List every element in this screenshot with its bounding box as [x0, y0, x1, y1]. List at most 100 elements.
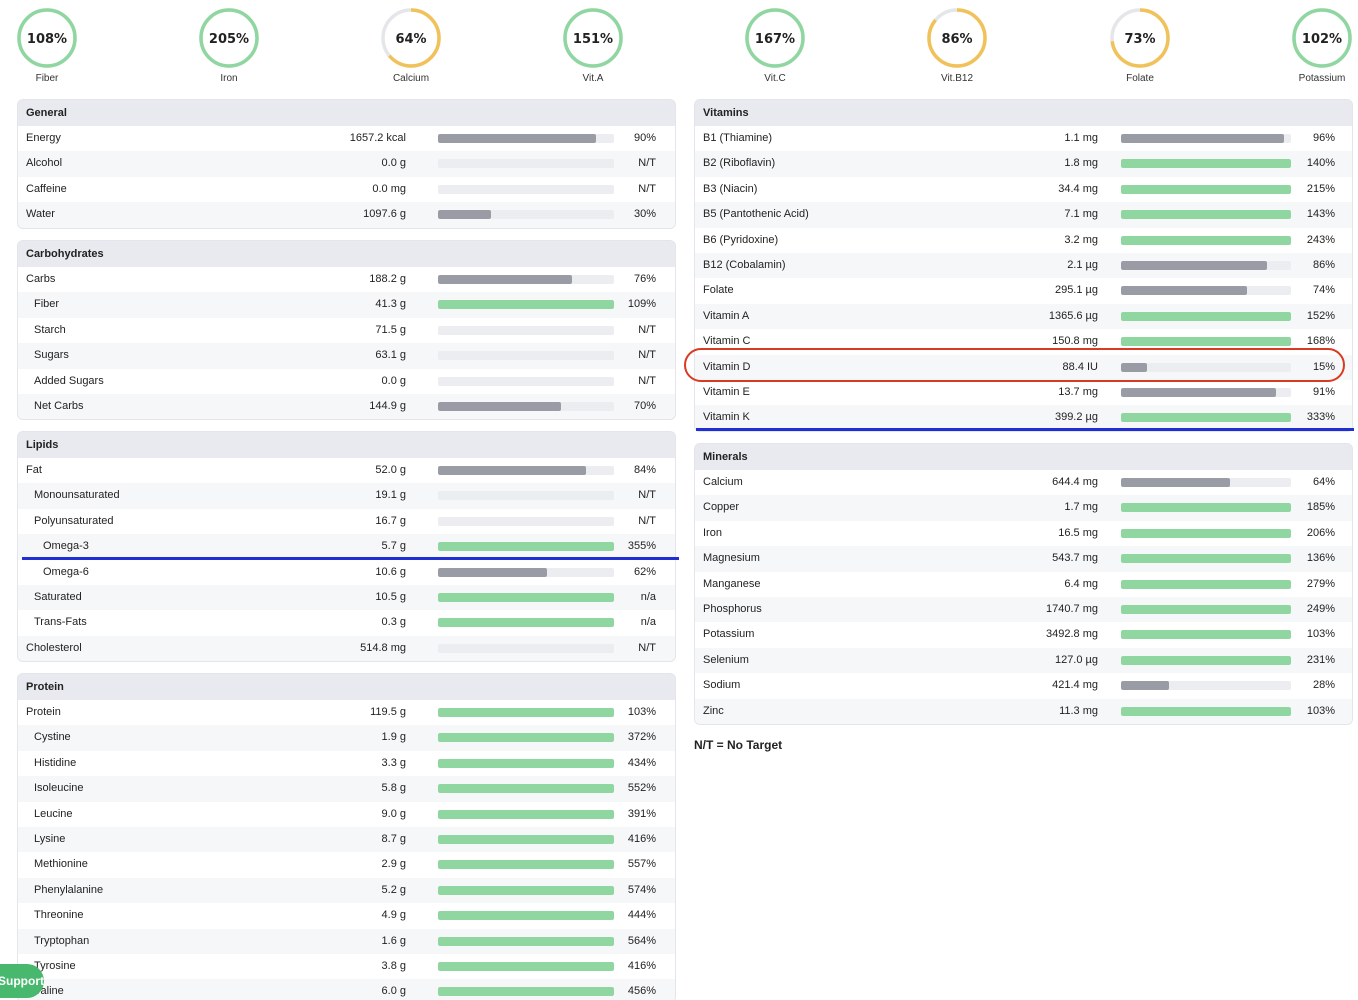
ring-percent: 108%: [27, 32, 67, 47]
progress-fill: [438, 987, 614, 997]
progress-bar: [438, 885, 614, 895]
progress-ring: 86%: [927, 8, 987, 68]
ring-label: Vit.A: [582, 73, 604, 84]
progress-bar: [1121, 311, 1291, 321]
nutrient-percent: 391%: [627, 807, 656, 820]
progress-bar: [438, 466, 614, 475]
progress-bar: [438, 834, 614, 844]
panel-title: Lipids: [18, 432, 675, 458]
progress-bar: [438, 987, 614, 997]
nutrient-percent: N/T: [638, 323, 656, 336]
summary-ring: 205% Iron: [197, 7, 261, 84]
nutrient-amount: 5.7 g: [381, 540, 406, 553]
summary-ring: 167% Vit.C: [743, 7, 807, 84]
nutrient-amount: 0.0 g: [381, 374, 406, 387]
nutrient-name: Sodium: [703, 679, 741, 692]
nutrient-percent: 140%: [1306, 157, 1335, 170]
progress-fill: [1121, 159, 1291, 169]
ring-label: Calcium: [392, 73, 430, 84]
nutrient-percent: 152%: [1306, 309, 1335, 322]
nutrient-percent: 279%: [1306, 577, 1335, 590]
progress-bar: [438, 592, 614, 602]
ring-label: Fiber: [35, 73, 59, 84]
nutrient-row: Isoleucine 5.8 g 552%: [18, 776, 675, 802]
nutrient-name: Cystine: [34, 731, 71, 744]
panel-title: Carbohydrates: [18, 241, 675, 267]
panel-title: Protein: [18, 674, 675, 700]
panel-minerals: Minerals Calcium 644.4 mg 64% Copper 1.7 mg 1…: [694, 443, 1353, 725]
summary-ring: 108% Fiber: [15, 7, 79, 84]
progress-fill: [1121, 134, 1285, 143]
progress-fill: [438, 134, 597, 143]
nutrient-amount: 52.0 g: [375, 464, 406, 476]
nutrient-name: Fiber: [34, 298, 60, 311]
nutrient-name: B12 (Cobalamin): [703, 258, 786, 271]
nutrient-row: Omega-6 10.6 g 62%: [18, 559, 675, 585]
summary-ring: 102% Potassium: [1290, 7, 1354, 84]
nutrient-row: Magnesium 543.7 mg 136%: [695, 546, 1352, 572]
progress-bar: [1121, 210, 1291, 220]
nutrient-name: Net Carbs: [34, 399, 84, 412]
progress-bar: [438, 733, 614, 743]
nutrient-amount: 7.1 mg: [1064, 208, 1098, 221]
progress-fill: [1121, 579, 1291, 589]
nutrient-name: Alcohol: [26, 157, 63, 170]
nutrient-row: B2 (Riboflavin) 1.8 mg 140%: [695, 151, 1352, 177]
nutrient-name: Selenium: [703, 653, 749, 666]
nutrient-amount: 3.8 g: [381, 959, 406, 972]
nutrient-amount: 0.0 g: [381, 157, 406, 170]
ring-label: Potassium: [1298, 73, 1346, 84]
nutrient-row: Omega-3 5.7 g 355%: [18, 534, 675, 560]
nutrient-amount: 421.4 mg: [1052, 679, 1098, 692]
nutrient-row: Valine 6.0 g 456%: [18, 979, 675, 1000]
nutrient-percent: 215%: [1306, 182, 1335, 195]
progress-fill: [438, 567, 548, 577]
progress-fill: [1121, 503, 1291, 513]
progress-bar: [1121, 706, 1291, 716]
nutrient-amount: 514.8 mg: [360, 641, 406, 654]
progress-ring: 205%: [199, 8, 259, 68]
nutrient-amount: 13.7 mg: [1058, 385, 1098, 398]
nutrient-percent: 30%: [633, 208, 656, 221]
nutrient-row: B1 (Thiamine) 1.1 mg 96%: [695, 126, 1352, 152]
nutrient-name: Fat: [26, 464, 42, 476]
nutrient-name: Polyunsaturated: [34, 514, 114, 527]
nutrient-percent: N/T: [638, 514, 656, 527]
support-button[interactable]: Support: [0, 964, 44, 998]
nutrient-row: Phenylalanine 5.2 g 574%: [18, 877, 675, 904]
nutrient-row: Histidine 3.3 g 434%: [18, 750, 675, 777]
progress-bar: [1121, 387, 1291, 397]
nutrient-row: Lysine 8.7 g 416%: [18, 826, 675, 853]
progress-ring: 108%: [17, 8, 77, 68]
general-rows: Energy 1657.2 kcal 90% Alcohol 0.0 g N/T Caffe…: [18, 126, 675, 228]
nutrient-row: Caffeine 0.0 mg N/T: [18, 176, 675, 203]
nutrient-percent: 70%: [633, 399, 656, 412]
progress-fill: [438, 542, 614, 552]
nutrient-row: Manganese 6.4 mg 279%: [695, 571, 1352, 597]
nutrient-row: Carbs 188.2 g 76%: [18, 267, 675, 293]
nutrient-name: Copper: [703, 501, 740, 514]
progress-bar: [438, 210, 614, 220]
nutrient-name: Isoleucine: [34, 782, 84, 795]
progress-fill: [1121, 630, 1291, 640]
progress-ring: 64%: [381, 8, 441, 68]
progress-fill: [1121, 681, 1169, 691]
ring-label: Folate: [1126, 73, 1154, 84]
nutrient-amount: 63.1 g: [375, 349, 406, 362]
progress-bar: [438, 516, 614, 526]
nutrient-name: Trans-Fats: [34, 616, 87, 629]
nutrient-percent: 249%: [1306, 602, 1335, 615]
progress-bar: [438, 491, 614, 501]
nutrient-name: Vitamin A: [703, 309, 750, 322]
nutrient-row: Tryptophan 1.6 g 564%: [18, 928, 675, 954]
nutrient-amount: 9.0 g: [381, 807, 406, 820]
nutrient-row: B5 (Pantothenic Acid) 7.1 mg 143%: [695, 202, 1352, 228]
nutrient-name: Vitamin K: [703, 411, 750, 424]
minerals-rows: Calcium 644.4 mg 64% Copper 1.7 mg 185% Iron 16…: [695, 470, 1352, 724]
nutrient-name: Folate: [703, 284, 734, 297]
nutrient-row: Methionine 2.9 g 557%: [18, 852, 675, 878]
nutrient-name: Monounsaturated: [34, 489, 120, 502]
nutrient-name: Energy: [26, 132, 61, 144]
nutrient-row: Sugars 63.1 g N/T: [18, 343, 675, 369]
progress-bar: [1121, 604, 1291, 614]
